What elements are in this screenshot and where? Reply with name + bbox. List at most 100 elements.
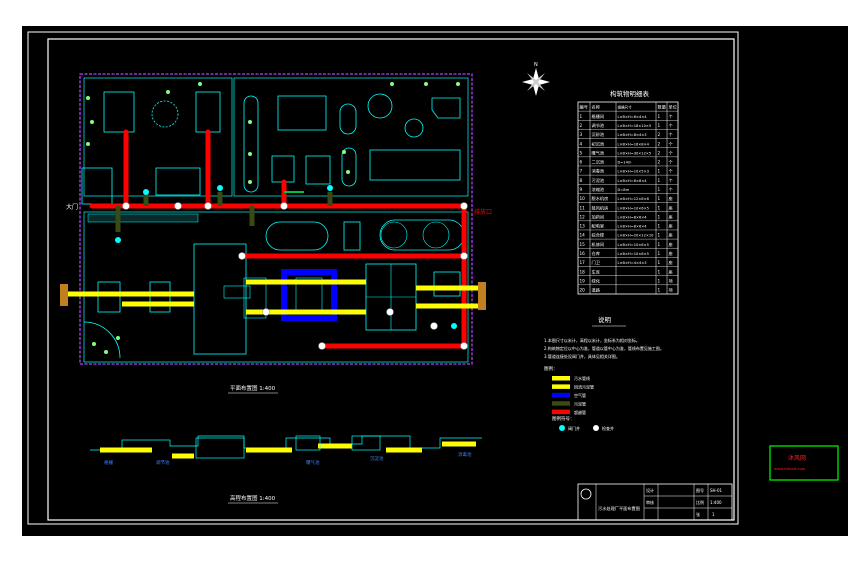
designer-label: 设计: [646, 487, 654, 493]
table-cell: 1: [658, 196, 661, 201]
compass-north-label: N: [534, 62, 538, 68]
table-cell: L×B×H=8×4×3: [618, 133, 647, 137]
thickener: [367, 93, 393, 119]
legend-swatch: [552, 409, 570, 415]
table-cell: 机修间: [592, 241, 605, 248]
table-cell: L×B×H=8×6×4: [618, 215, 648, 219]
process-zone-top: [233, 77, 469, 197]
table-cell: 加药间: [592, 213, 605, 220]
table-cell: 二沉池: [592, 159, 605, 166]
fountain: [151, 100, 179, 128]
legend-label: 污水管线: [574, 375, 590, 381]
table-cell: L×B×H=4×4×3: [618, 261, 647, 265]
symbol-label-inspection: 检查井: [602, 425, 614, 431]
title-block: 污水处理厂平面布置图 设计 审核 图号 SH-01 比例 1:400 张 1: [577, 483, 733, 521]
table-cell: 1: [658, 224, 661, 229]
watermark-title: 沐风网: [788, 454, 806, 462]
table-cell: 鼓风机房: [592, 204, 609, 211]
table-cell: L×B×H=30×12×5: [618, 151, 652, 155]
table-cell: 个: [669, 178, 674, 183]
sheet-label: 张: [696, 511, 700, 517]
table-cell: 1: [658, 288, 661, 293]
profile-station-2: 调节池: [156, 459, 170, 466]
table-header-cell: 单位: [669, 104, 677, 111]
table-cell: 调节池: [592, 122, 605, 129]
garage: [155, 167, 201, 196]
table-cell: L×B×H=10×5×3: [618, 170, 649, 174]
table-cell: 13: [580, 224, 586, 229]
outlet-label: 排放口: [474, 208, 492, 216]
profile-station-1: 格栅: [104, 459, 113, 466]
oxidation-ditch-b: [379, 219, 465, 251]
table-cell: 个: [669, 141, 674, 146]
regulating-tank: [193, 243, 247, 355]
legend-label: 空气管: [574, 392, 586, 398]
legend-swatch: [552, 401, 570, 406]
logo-icon: [580, 488, 592, 500]
table-cell: 3: [580, 132, 583, 137]
treatment-zone: [83, 211, 469, 363]
table-cell: L×B×H=18×10×5: [618, 124, 652, 128]
table-cell: 14: [580, 233, 586, 238]
table-cell: L×B×H=10×6×5: [618, 206, 649, 210]
lab-building: [195, 91, 221, 133]
table-cell: 个: [669, 114, 674, 119]
table-cell: L×B×H=12×8×6: [618, 197, 650, 201]
table-cell: 10: [580, 196, 586, 201]
table-cell: L×B×H=20×12×10: [618, 234, 655, 238]
table-cell: 个: [669, 132, 674, 137]
table-header-cell: 名称: [592, 104, 600, 111]
table-cell: 配电室: [592, 223, 605, 230]
number-label: 图号: [696, 487, 704, 493]
legend-swatch: [552, 392, 570, 398]
compass-rose: N: [522, 62, 550, 96]
scale-value: 1:400: [710, 500, 722, 505]
table-cell: 4: [580, 141, 583, 146]
table-cell: 个: [669, 187, 674, 192]
legend-label: 超越管: [574, 409, 586, 415]
hedge-strip: [87, 213, 199, 223]
table-cell: 沉砂池: [592, 131, 605, 138]
note-line-1: 1.本图尺寸以米计，高程以米计，坐标系为相对坐标。: [544, 337, 640, 343]
valve-well-symbol: [559, 425, 565, 431]
table-cell: 6: [580, 160, 583, 165]
sludge-strip: [243, 95, 259, 193]
table-cell: 2: [658, 150, 661, 155]
table-cell: 污泥池: [592, 177, 605, 184]
table-cell: 道路: [592, 287, 601, 294]
table-header-cell: 编号: [580, 104, 588, 111]
table-cell: 1: [658, 260, 661, 265]
table-cell: 座: [669, 268, 673, 275]
cad-viewport[interactable]: 大门 排放口 平面布置图 1:400 格栅 调节池 曝气池 沉淀池 消毒池 高程…: [22, 26, 848, 536]
green-corner: [83, 321, 121, 359]
table-cell: 12: [580, 214, 586, 219]
table-cell: 2: [658, 160, 661, 165]
table-cell: 座: [669, 223, 673, 230]
profile-station-4: 沉淀池: [370, 455, 384, 462]
sludge-tank-round: [404, 118, 424, 138]
yellow-pipes: [66, 279, 484, 315]
profile-station-3: 曝气池: [306, 459, 320, 466]
power-room: [271, 155, 295, 183]
table-cell: 综合楼: [592, 232, 605, 239]
table-cell: 16: [580, 251, 586, 256]
table-cell: 项: [669, 278, 674, 284]
table-cell: L×B×H=6×4×4: [618, 115, 648, 119]
watermark-subtitle: www.mfcad.com: [774, 466, 806, 471]
gate-house: [81, 167, 113, 205]
office-building: [103, 91, 135, 133]
inspection-well-symbol: [593, 425, 599, 431]
table-cell: 曝气池: [592, 149, 605, 155]
screen-house: [97, 281, 121, 313]
table-cell: 门卫: [592, 259, 600, 266]
structure-table: 构筑物明细表 编号 名称 规格尺寸 数量 单位 1 格栅间 L×B×H=6×4×4 1 个 2 调节池…: [577, 89, 679, 295]
note-line-2: 2.构筑物定位以中心为准，管道以管中心为准，管线布置见施工图。: [544, 345, 664, 351]
warehouse: [431, 97, 461, 119]
table-cell: 1: [658, 233, 661, 238]
table-cell: 18: [580, 269, 586, 274]
table-cell: 1: [658, 169, 661, 174]
table-cell: D=14m: [618, 161, 632, 165]
table-cell: 脱水机房: [592, 195, 609, 202]
scale-label: 比例: [696, 499, 704, 505]
table-cell: 9: [580, 187, 583, 192]
